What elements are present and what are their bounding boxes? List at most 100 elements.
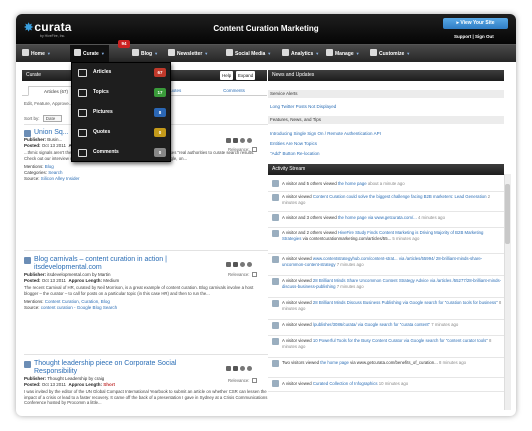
menu-item-comments[interactable]: Comments 0 [72, 143, 172, 163]
activity-text: A visitor viewed 28 Brilliant Minds Disc… [282, 300, 502, 311]
nav-home[interactable]: Home ▼ [22, 45, 51, 62]
check-icon[interactable] [240, 138, 245, 143]
relevance-checkbox[interactable] [251, 378, 257, 384]
activity-target-link[interactable]: 28 Brilliant Minds Discuss Business Publ… [313, 300, 402, 305]
app-title: Content Curation Marketing [213, 24, 319, 33]
sort-select[interactable]: Date [42, 115, 63, 122]
logo-subtitle: by HiveFire, Inc. [40, 34, 66, 38]
activity-referrer[interactable]: via Google search for "curata content" [358, 322, 430, 327]
top-links: Support | Sign Out [454, 34, 494, 39]
sign-out-link[interactable]: Sign Out [475, 34, 494, 39]
menu-item-quotes[interactable]: Quotes 0 [72, 123, 172, 143]
activity-text: A visitor viewed Curated Collection of I… [282, 381, 502, 387]
activity-row: A visitor and 2 others viewed HiveFire S… [268, 228, 504, 254]
activity-target-link[interactable]: 28 Brilliant Minds Share Uncommon Conten… [313, 278, 429, 283]
activity-text: A visitor viewed 10 Powerful Tools for t… [282, 338, 502, 349]
activity-target-link[interactable]: /publisher/3086/curata/ [313, 322, 357, 327]
category-link[interactable]: Search [48, 170, 62, 175]
nav-newsletter-label: Newsletter [177, 51, 203, 57]
alert-link[interactable]: Long Twitter Posts Not Displayed [270, 104, 336, 109]
activity-verb: viewed [323, 230, 337, 235]
menu-item-pictures[interactable]: Pictures 8 [72, 103, 172, 123]
feature-link[interactable]: "Add" Button Re-location [270, 151, 319, 156]
check-icon[interactable] [240, 366, 245, 371]
mentions-label: Mentions: [24, 299, 44, 305]
visitor-icon [272, 214, 279, 221]
activity-target-link[interactable]: the home page [338, 181, 367, 186]
edit-icon[interactable] [226, 262, 231, 267]
nav-manage[interactable]: Manage ▼ [326, 45, 360, 62]
activity-who: A visitor and 3 others [282, 215, 323, 220]
feature-link[interactable]: Introducing Single Sign On / Remote Auth… [270, 131, 381, 136]
posted-value: Oct 13 2011 [41, 143, 66, 148]
menu-item-topics[interactable]: Topics 17 [72, 83, 172, 103]
nav-curate-label: Curate [83, 51, 99, 57]
activity-text: A visitor viewed /publisher/3086/curata/… [282, 322, 502, 328]
expand-label: Expand [238, 73, 254, 78]
activity-time: 7 minutes ago [336, 261, 364, 267]
visitor-icon [272, 360, 279, 367]
chevron-down-icon: ▼ [355, 51, 360, 56]
relevance-checkbox[interactable] [251, 272, 257, 278]
activity-target-link[interactable]: Content Curation could solve the biggest… [313, 194, 487, 199]
article-snippet: I was invited by the editor of the UN Gl… [24, 389, 268, 406]
edit-icon[interactable] [226, 138, 231, 143]
activity-verb: viewed [298, 194, 312, 199]
activity-target-link[interactable]: www.contentstrategyhub.com/content-strat… [313, 256, 398, 261]
mentions-link[interactable]: Blog [45, 164, 54, 169]
visitor-icon [272, 322, 279, 329]
relevance-checkbox[interactable] [251, 147, 257, 153]
comments-icon [78, 149, 87, 157]
relevance-control: Relevance: [228, 378, 257, 384]
activity-verb: viewed [298, 278, 312, 283]
nav-blog[interactable]: Blog ▼ [132, 45, 158, 62]
check-icon[interactable] [240, 262, 245, 267]
delete-icon[interactable] [247, 262, 252, 267]
activity-target-link[interactable]: Curated Collection of Infographics [313, 381, 378, 386]
approx-length-label: Approx Length: [68, 382, 102, 387]
chevron-down-icon: ▼ [406, 51, 411, 56]
nav-social-media[interactable]: Social Media ▼ [226, 45, 271, 62]
activity-text: A visitor and 3 others viewed the home p… [282, 215, 502, 221]
menu-item-label: Pictures [93, 109, 113, 115]
edit-icon[interactable] [226, 366, 231, 371]
activity-target-link[interactable]: the home page [320, 360, 349, 365]
source-link[interactable]: content curation - Google Blog Search [41, 305, 117, 310]
activity-target-link[interactable]: 10 Powerful Tools for the Busy Content C… [313, 338, 403, 343]
activity-row: A visitor and 3 others viewed the home p… [268, 212, 504, 228]
mentions-link[interactable]: Content Curation, Curation, Blog [45, 299, 110, 304]
support-link[interactable]: Support [454, 34, 471, 39]
feature-link[interactable]: Entities Are Now Topics [270, 141, 317, 146]
visitor-icon [272, 338, 279, 345]
nav-newsletter[interactable]: Newsletter ▼ [168, 45, 208, 62]
view-your-site-button[interactable]: ▸ View Your Site [443, 18, 508, 29]
nav-curate[interactable]: Curate ▼ [70, 45, 109, 62]
article-title[interactable]: Blog carnivals – content curation in act… [34, 256, 234, 272]
activity-row: A visitor viewed 28 Brilliant Minds Shar… [268, 276, 504, 298]
expand-button[interactable]: Expand [236, 71, 256, 80]
relevance-label: Relevance: [228, 147, 250, 152]
document-icon[interactable] [233, 366, 238, 371]
document-icon[interactable] [233, 138, 238, 143]
menu-item-label: Topics [93, 89, 109, 95]
source-label: Source: [24, 176, 40, 182]
menu-item-label: Articles [93, 69, 112, 75]
publisher-value: itsdevelopmental.com by Martin [47, 272, 111, 277]
publisher-label: Publisher: [24, 137, 47, 142]
source-link[interactable]: Silicon Alley Insider [41, 176, 80, 181]
delete-icon[interactable] [247, 138, 252, 143]
articles-icon [78, 69, 87, 77]
activity-target-link[interactable]: the home page [338, 215, 367, 220]
nav-customize[interactable]: Customize ▼ [370, 45, 410, 62]
nav-analytics[interactable]: Analytics ▼ [282, 45, 319, 62]
activity-referrer[interactable]: via Google search for "content curator t… [404, 338, 488, 343]
delete-icon[interactable] [247, 366, 252, 371]
activity-referrer[interactable]: via www.getcurata.com/... [368, 215, 418, 220]
tab-comments[interactable]: Comments [206, 86, 262, 96]
article-title[interactable]: Thought leadership piece on Corporate So… [34, 360, 214, 376]
document-icon[interactable] [233, 262, 238, 267]
help-button[interactable]: Help [220, 71, 234, 80]
activity-referrer[interactable]: via Google search for "curation tools fo… [403, 300, 498, 305]
menu-item-articles[interactable]: Articles 67 [72, 63, 172, 83]
activity-scrollbar-thumb[interactable] [505, 184, 510, 244]
